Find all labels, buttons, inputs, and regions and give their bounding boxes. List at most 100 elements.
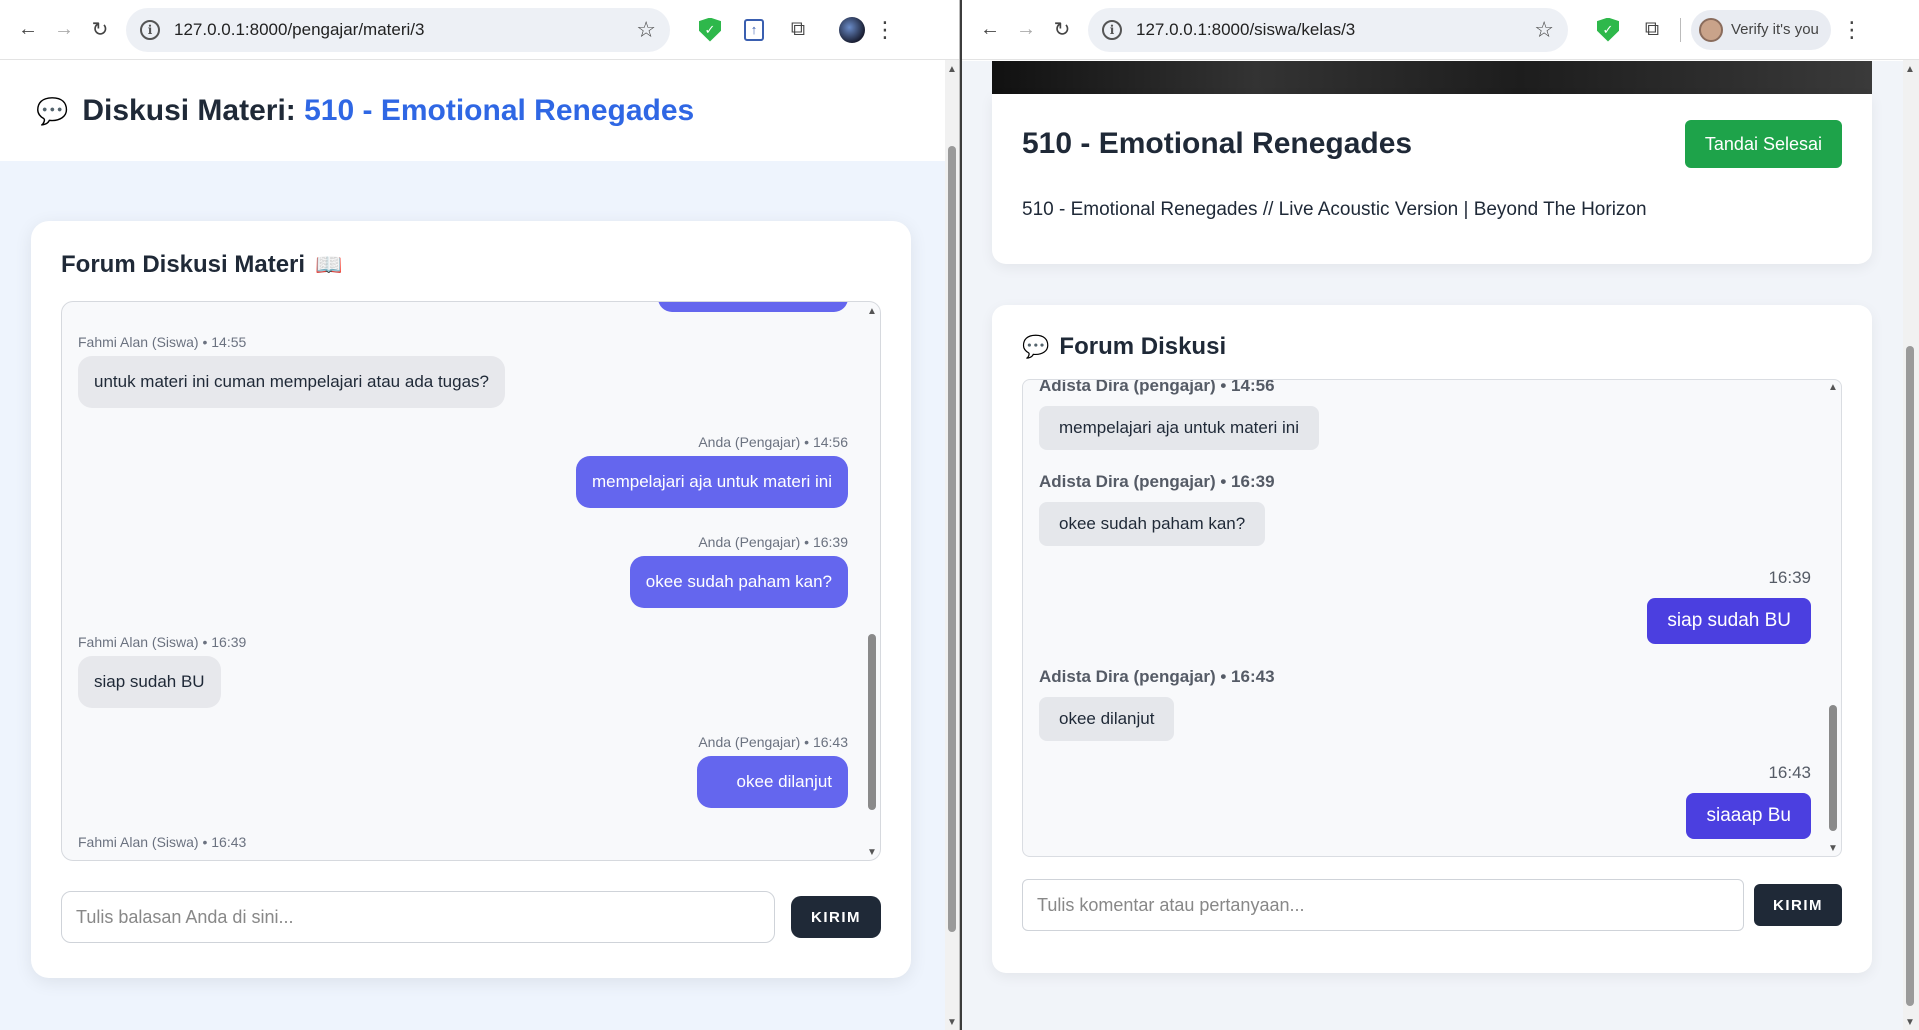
chat-message: Fahmi Alan (Siswa) • 16:43 <box>78 834 246 856</box>
send-button[interactable]: KIRIM <box>791 896 881 938</box>
message-meta: 16:39 <box>1768 568 1811 587</box>
upload-extension-icon[interactable]: ↑ <box>736 12 772 48</box>
scroll-up-arrow-icon[interactable]: ▲ <box>1905 64 1915 75</box>
message-meta: Anda (Pengajar) • 16:39 <box>698 534 848 550</box>
menu-kebab-icon[interactable]: ⋮ <box>1837 17 1867 43</box>
site-info-icon[interactable]: i <box>140 19 160 40</box>
page-scrollbar[interactable]: ▲ ▼ <box>1903 60 1919 1030</box>
material-title: 510 - Emotional Renegades <box>1022 127 1413 160</box>
discussion-card: Forum Diskusi Materi 📖 Fahmi Alan (Siswa… <box>31 221 911 978</box>
reply-input[interactable] <box>61 891 775 943</box>
chat-bubble-outgoing: siaaap Bu <box>1686 793 1811 839</box>
forward-arrow-icon[interactable]: → <box>46 12 82 48</box>
bookmark-star-icon[interactable]: ☆ <box>636 17 656 43</box>
right-page-content: 510 - Emotional Renegades Tandai Selesai… <box>962 61 1903 1030</box>
profile-avatar <box>1699 17 1723 42</box>
reload-icon[interactable]: ↻ <box>82 12 118 48</box>
scroll-down-arrow-icon[interactable]: ▼ <box>1905 1017 1915 1028</box>
mark-complete-button[interactable]: Tandai Selesai <box>1684 120 1842 168</box>
url-text: 127.0.0.1:8000/pengajar/materi/3 <box>174 19 425 39</box>
address-bar[interactable]: i 127.0.0.1:8000/siswa/kelas/3 ☆ <box>1088 7 1568 52</box>
chat-message-partial <box>658 302 848 317</box>
material-description: 510 - Emotional Renegades // Live Acoust… <box>1022 199 1647 220</box>
puzzle-extensions-icon[interactable]: ⧉ <box>1634 12 1670 48</box>
forum-card: 💬 Forum Diskusi Adista Dira (pengajar) •… <box>992 305 1872 973</box>
page-title-prefix: Diskusi Materi: <box>82 94 296 127</box>
chat-messages-area[interactable]: Fahmi Alan (Siswa) • 14:55 untuk materi … <box>61 301 881 861</box>
chat-scroll-thumb[interactable] <box>1829 705 1837 831</box>
chat-bubble-outgoing: okee dilanjut <box>696 756 848 808</box>
scroll-down-arrow-icon[interactable]: ▼ <box>1828 843 1838 854</box>
send-button[interactable]: KIRIM <box>1754 884 1842 926</box>
profile-avatar[interactable] <box>834 12 870 48</box>
chat-bubble-incoming: okee dilanjut <box>1039 697 1175 741</box>
scroll-down-arrow-icon[interactable]: ▼ <box>947 1017 957 1028</box>
forward-arrow-icon[interactable]: → <box>1008 12 1044 48</box>
open-book-icon: 📖 <box>315 252 343 277</box>
chat-scroll-thumb[interactable] <box>868 634 876 810</box>
chat-message: Adista Dira (pengajar) • 16:43 okee dila… <box>1039 667 1275 741</box>
chat-scrollbar[interactable]: ▲ ▼ <box>864 302 880 860</box>
chat-message: Fahmi Alan (Siswa) • 14:55 untuk materi … <box>78 334 505 408</box>
comment-input[interactable] <box>1022 879 1744 931</box>
page-scrollbar[interactable]: ▲ ▼ <box>945 60 959 1030</box>
chat-bubble-incoming: untuk materi ini cuman mempelajari atau … <box>78 356 505 408</box>
chat-bubble-outgoing <box>658 302 848 312</box>
reload-icon[interactable]: ↻ <box>1044 12 1080 48</box>
left-browser-window: ← → ↻ i 127.0.0.1:8000/pengajar/materi/3… <box>0 0 960 1030</box>
page-scroll-thumb[interactable] <box>1906 346 1914 1006</box>
chat-messages-area[interactable]: Adista Dira (pengajar) • 14:56 mempelaja… <box>1022 379 1842 857</box>
message-meta: Anda (Pengajar) • 16:43 <box>698 734 848 750</box>
chat-message: Adista Dira (pengajar) • 14:56 mempelaja… <box>1039 380 1319 450</box>
page-title-material[interactable]: 510 - Emotional Renegades <box>304 94 694 127</box>
chat-message: Anda (Pengajar) • 16:43 okee dilanjut <box>696 734 848 808</box>
page-header: 💬 Diskusi Materi: 510 - Emotional Renega… <box>0 61 945 161</box>
shield-extension-icon[interactable]: ✓ <box>1590 12 1626 48</box>
toolbar-separator <box>1680 17 1681 42</box>
chat-bubble-outgoing: siap sudah BU <box>1647 598 1811 644</box>
message-meta: Anda (Pengajar) • 14:56 <box>698 434 848 450</box>
chat-message: Fahmi Alan (Siswa) • 16:39 siap sudah BU <box>78 634 246 708</box>
menu-kebab-icon[interactable]: ⋮ <box>870 17 900 43</box>
site-info-icon[interactable]: i <box>1102 19 1122 40</box>
reply-form: KIRIM <box>61 891 881 943</box>
shield-extension-icon[interactable]: ✓ <box>692 12 728 48</box>
scroll-up-arrow-icon[interactable]: ▲ <box>1828 382 1838 393</box>
back-arrow-icon[interactable]: ← <box>972 12 1008 48</box>
forum-title: 💬 Forum Diskusi <box>1022 333 1842 361</box>
scroll-up-arrow-icon[interactable]: ▲ <box>947 64 957 75</box>
verify-label: Verify it's you <box>1731 21 1819 38</box>
browser-toolbar: ← → ↻ i 127.0.0.1:8000/siswa/kelas/3 ☆ ✓… <box>962 0 1919 60</box>
message-meta: Adista Dira (pengajar) • 16:39 <box>1039 472 1275 491</box>
left-page-content: 💬 Diskusi Materi: 510 - Emotional Renega… <box>0 61 945 1030</box>
page-title: Diskusi Materi: 510 - Emotional Renegade… <box>82 94 694 128</box>
address-bar[interactable]: i 127.0.0.1:8000/pengajar/materi/3 ☆ <box>126 7 670 52</box>
chat-bubble-incoming: okee sudah paham kan? <box>1039 502 1266 546</box>
video-player[interactable] <box>992 61 1872 94</box>
right-browser-window: ← → ↻ i 127.0.0.1:8000/siswa/kelas/3 ☆ ✓… <box>962 0 1919 1030</box>
message-meta: Fahmi Alan (Siswa) • 14:55 <box>78 334 247 350</box>
chat-message: 16:43 siaaap Bu <box>1686 763 1811 839</box>
puzzle-extensions-icon[interactable]: ⧉ <box>780 12 816 48</box>
card-title-text: Forum Diskusi Materi <box>61 251 306 278</box>
message-meta: Fahmi Alan (Siswa) • 16:43 <box>78 834 247 850</box>
back-arrow-icon[interactable]: ← <box>10 12 46 48</box>
bookmark-star-icon[interactable]: ☆ <box>1534 17 1554 43</box>
chat-message: Anda (Pengajar) • 16:39 okee sudah paham… <box>629 534 848 608</box>
message-meta: Fahmi Alan (Siswa) • 16:39 <box>78 634 247 650</box>
chat-message: Anda (Pengajar) • 14:56 mempelajari aja … <box>576 434 848 508</box>
chat-bubble-outgoing: okee sudah paham kan? <box>629 556 848 608</box>
chat-message: 16:39 siap sudah BU <box>1647 568 1811 644</box>
chat-scrollbar[interactable]: ▲ ▼ <box>1825 380 1841 856</box>
card-title: Forum Diskusi Materi 📖 <box>61 251 881 279</box>
scroll-down-arrow-icon[interactable]: ▼ <box>867 847 877 858</box>
scroll-up-arrow-icon[interactable]: ▲ <box>867 306 877 317</box>
comment-form: KIRIM <box>1022 879 1842 931</box>
url-text: 127.0.0.1:8000/siswa/kelas/3 <box>1136 19 1356 39</box>
chat-bubble-incoming: mempelajari aja untuk materi ini <box>1039 406 1319 450</box>
verify-identity-chip[interactable]: Verify it's you <box>1691 9 1831 50</box>
message-meta: Adista Dira (pengajar) • 16:43 <box>1039 667 1275 686</box>
speech-bubble-icon: 💬 <box>36 95 69 126</box>
page-scroll-thumb[interactable] <box>948 146 956 932</box>
message-meta: 16:43 <box>1768 763 1811 782</box>
